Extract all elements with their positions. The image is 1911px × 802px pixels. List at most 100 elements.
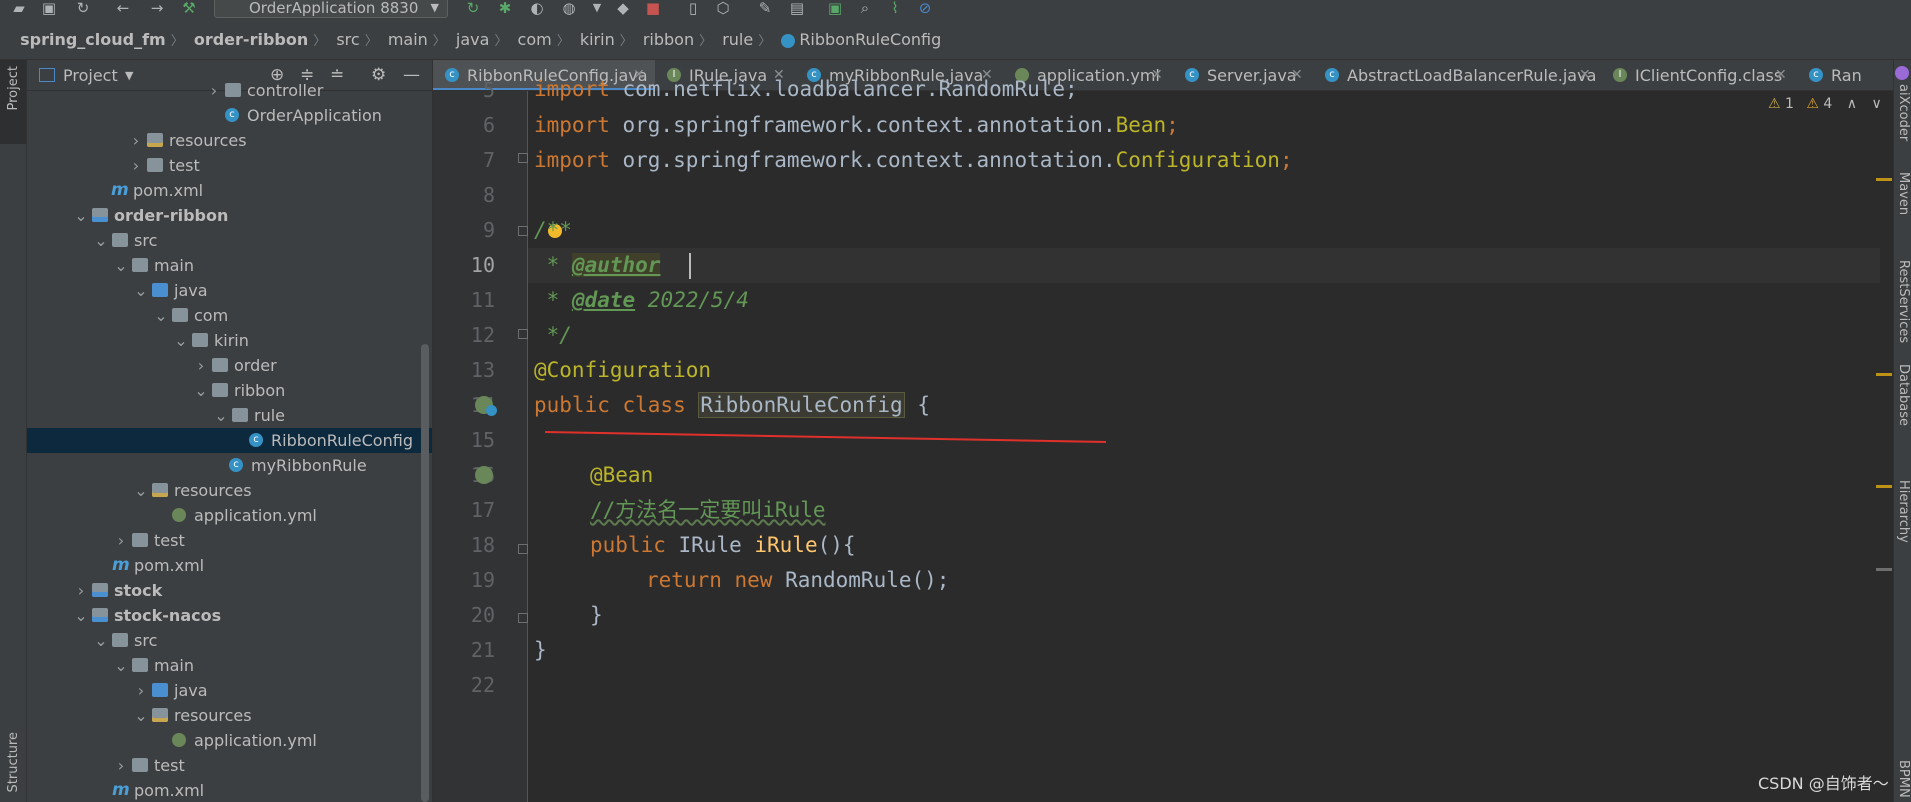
tree-item[interactable]: c OrderApplication bbox=[27, 103, 432, 128]
fold-marker-icon[interactable] bbox=[518, 613, 528, 623]
warning-marker[interactable] bbox=[1876, 178, 1892, 181]
chevron-down-icon[interactable]: ⌄ bbox=[74, 203, 88, 228]
activity-icon[interactable]: ⌇ bbox=[886, 0, 904, 16]
chevron-right-icon[interactable]: › bbox=[194, 353, 208, 378]
project-tool-tab[interactable]: Project bbox=[0, 60, 26, 144]
open-folder-icon[interactable]: ▰ bbox=[10, 0, 28, 16]
search-icon[interactable]: ⌕ bbox=[856, 0, 874, 16]
tree-item[interactable]: ⌄ src bbox=[27, 228, 432, 253]
tree-item[interactable]: m pom.xml bbox=[27, 778, 432, 802]
breadcrumb-item[interactable]: rule bbox=[722, 20, 753, 60]
attach-icon[interactable]: ◆ bbox=[614, 0, 632, 16]
info-marker[interactable] bbox=[1876, 568, 1892, 571]
chevron-down-icon[interactable]: ⌄ bbox=[134, 703, 148, 728]
chevron-down-icon[interactable]: ⌄ bbox=[134, 278, 148, 303]
fold-marker-icon[interactable] bbox=[518, 329, 528, 339]
chevron-down-icon[interactable]: ⌄ bbox=[114, 253, 128, 278]
deploy-icon[interactable]: ⬡ bbox=[714, 0, 732, 16]
tree-item[interactable]: ⌄ java bbox=[27, 278, 432, 303]
breadcrumb-item[interactable]: src bbox=[336, 20, 359, 60]
database-tool-tab[interactable]: Database bbox=[1896, 364, 1911, 426]
tree-item[interactable]: ⌄ resources bbox=[27, 703, 432, 728]
tab-abstractloadbalancerrule-java[interactable]: c AbstractLoadBalancerRule.java ✕ bbox=[1313, 60, 1601, 90]
tree-item[interactable]: ⌄ main bbox=[27, 653, 432, 678]
problems-indicator[interactable]: ⚠ 1 ⚠ 4 ∧ ∨ bbox=[1768, 96, 1882, 112]
chevron-right-icon[interactable]: › bbox=[114, 528, 128, 553]
breadcrumb-item[interactable]: order-ribbon bbox=[194, 20, 308, 60]
breadcrumb-item[interactable]: main bbox=[388, 20, 428, 60]
chevron-down-icon[interactable]: ⌄ bbox=[214, 403, 228, 428]
tree-item[interactable]: ⌄ com bbox=[27, 303, 432, 328]
chevron-right-icon[interactable]: › bbox=[129, 153, 143, 178]
project-structure-icon[interactable]: ▤ bbox=[788, 0, 806, 16]
project-scrollbar[interactable] bbox=[421, 344, 429, 802]
tree-item[interactable]: › java bbox=[27, 678, 432, 703]
chevron-right-icon[interactable]: › bbox=[114, 753, 128, 778]
tree-item[interactable]: ⌄ ribbon bbox=[27, 378, 432, 403]
tree-item[interactable]: ⌄ src bbox=[27, 628, 432, 653]
chevron-right-icon[interactable]: › bbox=[129, 128, 143, 153]
tree-item[interactable]: › test bbox=[27, 153, 432, 178]
tree-item[interactable]: › stock bbox=[27, 578, 432, 603]
restservices-tool-tab[interactable]: RestServices bbox=[1896, 260, 1911, 343]
tree-item[interactable]: c myRibbonRule bbox=[27, 453, 432, 478]
close-icon[interactable]: ✕ bbox=[1579, 60, 1591, 90]
fold-marker-icon[interactable] bbox=[518, 153, 528, 163]
tree-item[interactable]: application.yml bbox=[27, 503, 432, 528]
breadcrumb-item[interactable]: ribbon bbox=[643, 20, 694, 60]
tree-item[interactable]: ⌄ main bbox=[27, 253, 432, 278]
settings-wrench-icon[interactable]: ✎ bbox=[756, 0, 774, 16]
debug-icon[interactable]: ✱ bbox=[496, 0, 514, 16]
tree-item[interactable]: › test bbox=[27, 753, 432, 778]
chevron-right-icon[interactable]: › bbox=[207, 78, 221, 103]
sync-icon[interactable]: ↻ bbox=[74, 0, 92, 16]
structure-tool-tab[interactable]: Structure bbox=[6, 732, 21, 792]
chevron-down-icon[interactable]: ⌄ bbox=[134, 478, 148, 503]
tree-item[interactable]: ⌄ stock-nacos bbox=[27, 603, 432, 628]
chevron-right-icon[interactable]: › bbox=[74, 578, 88, 603]
bpmn-tool-tab[interactable]: BPMN bbox=[1896, 760, 1911, 798]
aixcoder-tool-tab[interactable]: aiXcoder bbox=[1896, 84, 1911, 141]
chevron-down-icon[interactable]: ⌄ bbox=[114, 653, 128, 678]
run-configuration-select[interactable]: OrderApplication 8830 ▼ bbox=[214, 0, 448, 18]
chevron-down-icon[interactable]: ∨ bbox=[1871, 96, 1881, 112]
maven-tool-tab[interactable]: Maven bbox=[1896, 172, 1911, 215]
chevron-down-icon[interactable]: ⌄ bbox=[154, 303, 168, 328]
chevron-down-icon[interactable]: ⌄ bbox=[174, 328, 188, 353]
tree-item[interactable]: › test bbox=[27, 528, 432, 553]
chevron-down-icon[interactable]: ⌄ bbox=[74, 603, 88, 628]
disable-icon[interactable]: ⊘ bbox=[916, 0, 934, 16]
chevron-up-icon[interactable]: ∧ bbox=[1847, 96, 1857, 112]
chevron-down-icon[interactable]: ⌄ bbox=[194, 378, 208, 403]
tree-item[interactable]: c RibbonRuleConfig bbox=[27, 428, 432, 453]
close-icon[interactable]: ✕ bbox=[1291, 60, 1303, 90]
tree-item[interactable]: › resources bbox=[27, 128, 432, 153]
chevron-down-icon[interactable]: ⌄ bbox=[94, 628, 108, 653]
fold-marker-icon[interactable] bbox=[518, 226, 528, 236]
breadcrumb-item[interactable]: kirin bbox=[580, 20, 615, 60]
hierarchy-tool-tab[interactable]: Hierarchy bbox=[1896, 480, 1911, 543]
tree-item[interactable]: › controller bbox=[27, 78, 432, 103]
tree-item[interactable]: › order bbox=[27, 353, 432, 378]
tree-item[interactable]: m pom.xml bbox=[27, 178, 432, 203]
forward-icon[interactable]: → bbox=[148, 0, 166, 16]
tree-item[interactable]: ⌄ rule bbox=[27, 403, 432, 428]
tree-item[interactable]: application.yml bbox=[27, 728, 432, 753]
close-icon[interactable]: ✕ bbox=[1151, 60, 1163, 90]
chevron-right-icon[interactable]: › bbox=[134, 678, 148, 703]
warning-marker[interactable] bbox=[1876, 485, 1892, 488]
tab-server-java[interactable]: c Server.java ✕ bbox=[1173, 60, 1313, 90]
tree-item[interactable]: ⌄ kirin bbox=[27, 328, 432, 353]
spring-bean-method-icon[interactable] bbox=[475, 466, 493, 484]
save-icon[interactable]: ▣ bbox=[40, 0, 58, 16]
more-dropdown-icon[interactable]: ▼ bbox=[588, 0, 606, 16]
back-icon[interactable]: ← bbox=[114, 0, 132, 16]
tree-item[interactable]: ⌄ resources bbox=[27, 478, 432, 503]
profile-icon[interactable]: ◍ bbox=[560, 0, 578, 16]
breadcrumb-item[interactable]: RibbonRuleConfig bbox=[799, 20, 941, 60]
warning-marker[interactable] bbox=[1876, 373, 1892, 376]
terminal-icon[interactable]: ▣ bbox=[826, 0, 844, 16]
tree-item[interactable]: m pom.xml bbox=[27, 553, 432, 578]
tree-item[interactable]: ⌄ order-ribbon bbox=[27, 203, 432, 228]
coverage-icon[interactable]: ◐ bbox=[528, 0, 546, 16]
